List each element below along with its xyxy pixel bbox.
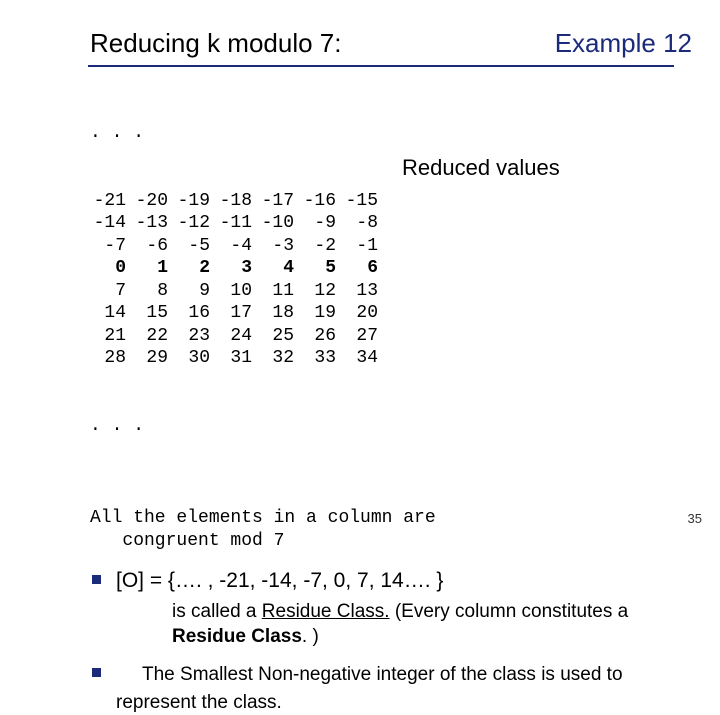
table-cell: -17 (258, 190, 300, 213)
table-cell: 32 (258, 347, 300, 370)
table-cell: -11 (216, 212, 258, 235)
table-cell: 24 (216, 325, 258, 348)
table-row: 14151617181920 (90, 302, 384, 325)
table-cell: 33 (300, 347, 342, 370)
table-cell: 7 (90, 280, 132, 303)
example-number: Example 12 (555, 28, 692, 59)
table-cell: 16 (174, 302, 216, 325)
table-row: 21222324252627 (90, 325, 384, 348)
table-cell: 10 (216, 280, 258, 303)
ellipsis-top: . . . (90, 122, 672, 145)
table-cell: 14 (90, 302, 132, 325)
table-cell: 2 (174, 257, 216, 280)
reduced-values-label: Reduced values (402, 154, 560, 182)
table-cell: -4 (216, 235, 258, 258)
table-row: -7-6-5-4-3-2-1 (90, 235, 384, 258)
table-cell: 9 (174, 280, 216, 303)
table-cell: 25 (258, 325, 300, 348)
table-row: 78910111213 (90, 280, 384, 303)
table-cell: 31 (216, 347, 258, 370)
table-cell: 11 (258, 280, 300, 303)
table-cell: 6 (342, 257, 384, 280)
table-cell: -13 (132, 212, 174, 235)
table-cell: 17 (216, 302, 258, 325)
smallest-nonneg-text: The Smallest Non-negative integer of the… (116, 664, 623, 713)
title-underline (88, 65, 674, 67)
bullet-smallest-nonneg: The Smallest Non-negative integer of the… (90, 660, 672, 715)
table-row: 28293031323334 (90, 347, 384, 370)
table-cell: 18 (258, 302, 300, 325)
residue-set-text: [O] = {…. , -21, -14, -7, 0, 7, 14…. } (116, 569, 443, 592)
table-cell: -21 (90, 190, 132, 213)
table-cell: -1 (342, 235, 384, 258)
congruent-statement: All the elements in a column are congrue… (90, 507, 672, 554)
table-row: -21-20-19-18-17-16-15 (90, 190, 384, 213)
table-cell: 3 (216, 257, 258, 280)
table-cell: -16 (300, 190, 342, 213)
table-cell: -20 (132, 190, 174, 213)
table-cell: -18 (216, 190, 258, 213)
table-cell: -6 (132, 235, 174, 258)
table-cell: -14 (90, 212, 132, 235)
table-cell: 27 (342, 325, 384, 348)
table-cell: 28 (90, 347, 132, 370)
table-cell: 1 (132, 257, 174, 280)
table-row: 0123456 (90, 257, 384, 280)
table-cell: 20 (342, 302, 384, 325)
table-cell: 26 (300, 325, 342, 348)
slide-title: Reducing k modulo 7: (90, 28, 341, 59)
table-cell: -3 (258, 235, 300, 258)
table-cell: 23 (174, 325, 216, 348)
table-cell: 0 (90, 257, 132, 280)
table-cell: 22 (132, 325, 174, 348)
ellipsis-bottom: . . . (90, 415, 672, 438)
table-cell: 21 (90, 325, 132, 348)
table-cell: 5 (300, 257, 342, 280)
table-cell: 4 (258, 257, 300, 280)
table-cell: -15 (342, 190, 384, 213)
table-cell: -19 (174, 190, 216, 213)
page-number: 35 (688, 511, 702, 526)
table-cell: 13 (342, 280, 384, 303)
table-row: -14-13-12-11-10-9-8 (90, 212, 384, 235)
table-cell: -7 (90, 235, 132, 258)
table-cell: -12 (174, 212, 216, 235)
residue-class-definition: is called a Residue Class. (Every column… (172, 599, 672, 650)
table-cell: 19 (300, 302, 342, 325)
table-cell: -2 (300, 235, 342, 258)
table-cell: 30 (174, 347, 216, 370)
bullet-residue-set: [O] = {…. , -21, -14, -7, 0, 7, 14…. } i… (90, 567, 672, 650)
table-cell: -5 (174, 235, 216, 258)
table-cell: 34 (342, 347, 384, 370)
table-cell: 12 (300, 280, 342, 303)
table-cell: 8 (132, 280, 174, 303)
table-cell: -10 (258, 212, 300, 235)
table-cell: 15 (132, 302, 174, 325)
modulo-table: . . . -21-20-19-18-17-16-15-14-13-12-11-… (90, 77, 672, 505)
table-cell: -8 (342, 212, 384, 235)
table-cell: 29 (132, 347, 174, 370)
table-cell: -9 (300, 212, 342, 235)
